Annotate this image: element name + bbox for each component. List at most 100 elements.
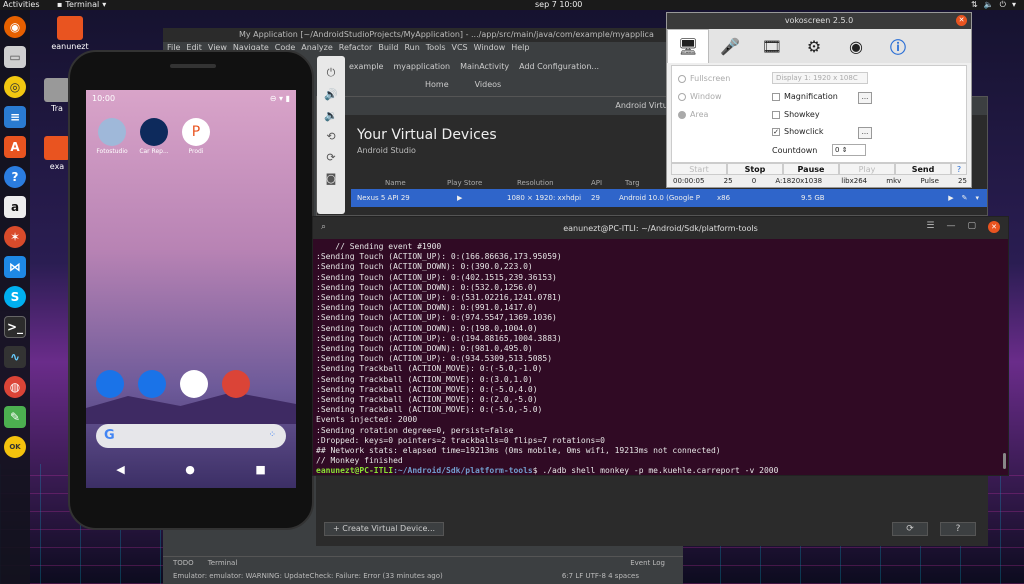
display-select[interactable]: Display 1: 1920 x 108C bbox=[772, 72, 868, 84]
showclick-settings-button[interactable]: ... bbox=[858, 127, 872, 139]
app-prodi[interactable]: P Prodi bbox=[176, 118, 216, 155]
option-window[interactable]: Window bbox=[678, 92, 722, 101]
menu-run[interactable]: Run bbox=[404, 42, 419, 54]
terminal-scrollbar[interactable] bbox=[1003, 453, 1006, 469]
terminal-dock-icon[interactable]: >_ bbox=[4, 316, 26, 338]
whoami-icon[interactable]: OK bbox=[4, 436, 26, 458]
avd-device-row[interactable]: Nexus 5 API 29 ▶ 1080 × 1920: xxhdpi 29 … bbox=[351, 189, 987, 207]
play-store-icon[interactable] bbox=[180, 370, 208, 398]
help-icon[interactable]: ? bbox=[951, 163, 967, 175]
col-playstore[interactable]: Play Store bbox=[441, 179, 507, 189]
minimize-icon[interactable]: — bbox=[946, 221, 955, 233]
rotate-right-icon[interactable]: ⟳ bbox=[326, 151, 335, 164]
files-icon[interactable]: ▭ bbox=[4, 46, 26, 68]
firefox-icon[interactable]: ◉ bbox=[4, 16, 26, 38]
app-fotostudio[interactable]: Fotostudio bbox=[92, 118, 132, 155]
breadcrumb-example[interactable]: example bbox=[349, 62, 383, 76]
stop-button[interactable]: Stop bbox=[727, 163, 783, 175]
edit-icon[interactable]: ✎ bbox=[962, 194, 968, 202]
activities-button[interactable]: Activities bbox=[3, 0, 43, 10]
clock[interactable]: sep 7 10:00 bbox=[535, 0, 582, 10]
menu-analyze[interactable]: Analyze bbox=[301, 42, 333, 54]
create-virtual-device-button[interactable]: + Create Virtual Device... bbox=[324, 522, 445, 536]
ubuntu-software-icon[interactable]: A bbox=[4, 136, 26, 158]
phone-app-icon[interactable] bbox=[96, 370, 124, 398]
screenshot-icon[interactable]: ◙ bbox=[326, 172, 337, 185]
tab-todo[interactable]: TODO bbox=[173, 557, 194, 568]
menu-vcs[interactable]: VCS bbox=[452, 42, 468, 54]
event-log-button[interactable]: Event Log bbox=[630, 557, 665, 568]
nav-videos[interactable]: Videos bbox=[475, 80, 502, 89]
col-resolution[interactable]: Resolution bbox=[507, 179, 583, 189]
tab-terminal[interactable]: Terminal bbox=[208, 557, 238, 568]
terminal-output[interactable]: // Sending event #1900:Sending Touch (AC… bbox=[313, 239, 1008, 477]
tab-settings[interactable]: ⚙ bbox=[793, 29, 835, 63]
check-magnification[interactable]: Magnification bbox=[772, 92, 838, 101]
breadcrumb-mainactivity[interactable]: MainActivity bbox=[460, 62, 509, 76]
desktop-trash[interactable]: Tra bbox=[44, 78, 70, 113]
skype-icon[interactable]: S bbox=[4, 286, 26, 308]
menu-icon[interactable]: ☰ bbox=[926, 221, 934, 233]
app-carreport[interactable]: Car Rep... bbox=[134, 118, 174, 155]
menu-tools[interactable]: Tools bbox=[426, 42, 446, 54]
chrome-icon[interactable] bbox=[222, 370, 250, 398]
close-icon[interactable]: ✕ bbox=[988, 221, 1000, 233]
send-button[interactable]: Send bbox=[895, 163, 951, 175]
power-icon[interactable]: ⏻ bbox=[327, 66, 336, 80]
chrome-icon[interactable]: ◍ bbox=[4, 376, 26, 398]
magnification-settings-button[interactable]: ... bbox=[858, 92, 872, 104]
amazon-icon[interactable]: a bbox=[4, 196, 26, 218]
launch-icon[interactable]: ▶ bbox=[948, 194, 953, 202]
vscode-icon[interactable]: ⋈ bbox=[4, 256, 26, 278]
countdown-spinbox[interactable]: 0 ⇕ bbox=[832, 144, 866, 156]
back-icon[interactable]: ◀ bbox=[116, 463, 124, 476]
pause-button[interactable]: Pause bbox=[783, 163, 839, 175]
menu-refactor[interactable]: Refactor bbox=[339, 42, 373, 54]
tab-audio[interactable]: 🎤 bbox=[709, 29, 751, 63]
check-showclick[interactable]: ✓ Showclick bbox=[772, 127, 823, 136]
search-icon[interactable]: ⌕ bbox=[321, 222, 326, 232]
writer-icon[interactable]: ≡ bbox=[4, 106, 26, 128]
volume-down-icon[interactable]: 🔉 bbox=[324, 109, 338, 122]
messages-icon[interactable] bbox=[138, 370, 166, 398]
maximize-icon[interactable]: ▢ bbox=[967, 221, 976, 233]
play-button[interactable]: Play bbox=[839, 163, 895, 175]
option-area[interactable]: Area bbox=[678, 110, 708, 119]
system-monitor-icon[interactable]: ∿ bbox=[4, 346, 26, 368]
recents-icon[interactable]: ■ bbox=[255, 463, 265, 476]
help-button[interactable]: ? bbox=[940, 522, 976, 536]
option-fullscreen[interactable]: Fullscreen bbox=[678, 74, 730, 83]
more-actions-icon[interactable]: ▾ bbox=[975, 194, 979, 202]
menu-build[interactable]: Build bbox=[378, 42, 398, 54]
system-tray[interactable]: ⇅ 🔈 ⏻ ▾ bbox=[971, 0, 1016, 10]
refresh-button[interactable]: ⟳ bbox=[892, 522, 928, 536]
assistant-icon[interactable]: ⁘ bbox=[268, 430, 276, 440]
app-menu[interactable]: ▪ Terminal ▾ bbox=[57, 0, 106, 10]
menu-window[interactable]: Window bbox=[474, 42, 506, 54]
close-icon[interactable]: ✕ bbox=[956, 15, 967, 26]
home-icon[interactable]: ● bbox=[185, 463, 195, 476]
tab-info[interactable]: ⓘ bbox=[877, 29, 919, 63]
rhythmbox-icon[interactable]: ◎ bbox=[4, 76, 26, 98]
nav-home[interactable]: Home bbox=[425, 80, 449, 89]
start-button[interactable]: Start bbox=[671, 163, 727, 175]
gitkraken-icon[interactable]: ✶ bbox=[4, 226, 26, 248]
help-icon[interactable]: ? bbox=[4, 166, 26, 188]
volume-up-icon[interactable]: 🔊 bbox=[324, 88, 338, 101]
col-name[interactable]: Name bbox=[351, 179, 441, 189]
status-message[interactable]: Emulator: emulator: WARNING: UpdateCheck… bbox=[173, 572, 443, 580]
rotate-icon[interactable]: ⟲ bbox=[326, 130, 335, 143]
desktop-folder-eanunezt[interactable]: eanunezt bbox=[48, 16, 92, 51]
tab-webcam[interactable]: ◉ bbox=[835, 29, 877, 63]
check-showkey[interactable]: Showkey bbox=[772, 110, 820, 119]
tab-screen[interactable]: 🖥 bbox=[667, 29, 709, 63]
notes-icon[interactable]: ✎ bbox=[4, 406, 26, 428]
add-configuration-button[interactable]: Add Configuration... bbox=[519, 62, 599, 76]
google-search-bar[interactable]: G ⁘ bbox=[96, 424, 286, 448]
col-api[interactable]: API bbox=[583, 179, 619, 189]
menu-help[interactable]: Help bbox=[511, 42, 529, 54]
desktop-folder-exa[interactable]: exa bbox=[44, 136, 70, 171]
breadcrumb-myapplication[interactable]: myapplication bbox=[393, 62, 450, 76]
status-right[interactable]: 6:7 LF UTF-8 4 spaces bbox=[562, 568, 639, 584]
tab-video[interactable]: 🎞 bbox=[751, 29, 793, 63]
